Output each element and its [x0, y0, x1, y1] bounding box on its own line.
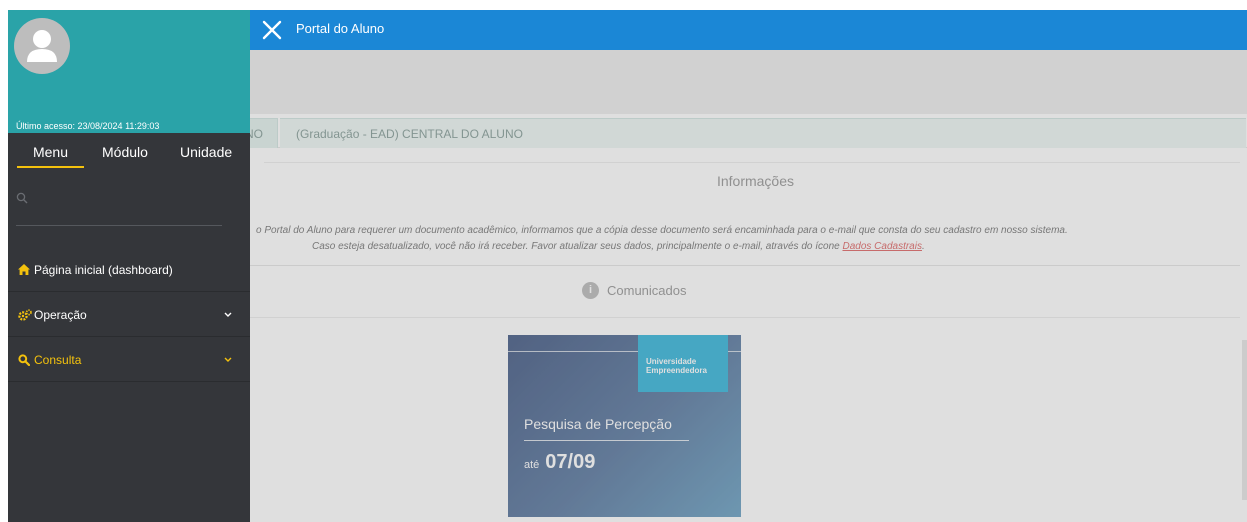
sidebar-tabs: Menu Módulo Unidade	[8, 144, 250, 174]
notice-end: .	[921, 241, 925, 252]
sidebar-search	[16, 186, 222, 226]
last-access: Último acesso: 23/08/2024 11:29:03	[16, 121, 160, 131]
gears-icon	[18, 309, 32, 321]
sidebar: Último acesso: 23/08/2024 11:29:03 Menu …	[8, 10, 250, 522]
divider	[248, 317, 1240, 318]
tab-label: (Graduação - EAD) CENTRAL DO ALUNO	[296, 127, 523, 141]
sidebar-item-label: Operação	[34, 308, 87, 322]
divider	[248, 265, 1240, 266]
dados-cadastrais-link[interactable]: Dados Cadastrais	[842, 241, 921, 252]
tab-menu[interactable]: Menu	[17, 144, 84, 168]
avatar[interactable]	[14, 18, 70, 74]
sidebar-item-label: Consulta	[34, 353, 82, 367]
sidebar-item-consulta[interactable]: Consulta	[8, 338, 250, 382]
date-value: 07/09	[545, 451, 596, 473]
comunicados-label: Comunicados	[607, 283, 687, 298]
tab-central-do-aluno[interactable]: (Graduação - EAD) CENTRAL DO ALUNO	[280, 118, 1246, 148]
page: Portal do Aluno NO (Graduação - EAD) CEN…	[0, 0, 1247, 522]
banner-date: até 07/09	[524, 451, 595, 474]
info-icon: i	[582, 282, 599, 299]
search-icon	[16, 192, 28, 204]
portal-title: Portal do Aluno	[296, 21, 385, 36]
divider	[264, 162, 1240, 163]
search-icon	[18, 354, 30, 366]
sidebar-item-pagina-inicial[interactable]: Página inicial (dashboard)	[8, 248, 250, 292]
sidebar-header: Último acesso: 23/08/2024 11:29:03	[8, 10, 250, 133]
sidebar-item-label: Página inicial (dashboard)	[34, 263, 173, 277]
home-icon	[18, 264, 30, 275]
sidebar-search-input[interactable]	[36, 188, 220, 216]
close-icon[interactable]	[260, 18, 284, 42]
banner-title: Pesquisa de Percepção	[524, 416, 672, 432]
tab-modulo[interactable]: Módulo	[102, 144, 148, 160]
chevron-down-icon	[224, 357, 232, 362]
sidebar-item-operacao[interactable]: Operação	[8, 293, 250, 337]
university-logo: Universidade Empreendedora	[638, 335, 728, 392]
banner-underline	[524, 440, 689, 441]
notice-text: Caso esteja desatualizado, você não irá …	[312, 241, 840, 252]
notice-line-1: o Portal do Aluno para requerer um docum…	[256, 225, 1068, 236]
chevron-down-icon	[224, 312, 232, 317]
tab-unidade[interactable]: Unidade	[180, 144, 232, 160]
survey-banner[interactable]: Universidade Empreendedora Pesquisa de P…	[508, 335, 741, 517]
user-icon	[27, 30, 57, 62]
comunicados-heading: i Comunicados	[582, 282, 687, 299]
logo-text: Universidade Empreendedora	[646, 357, 707, 375]
notice-line-2: Caso esteja desatualizado, você não irá …	[312, 239, 925, 254]
ate-label: até	[524, 459, 540, 471]
